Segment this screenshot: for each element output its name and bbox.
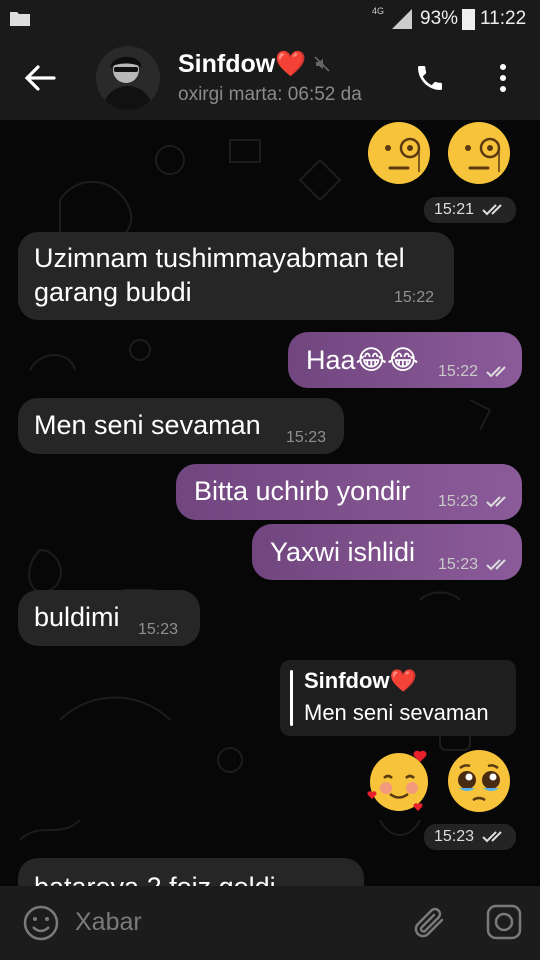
message-text: Yaxwi ishlidi	[270, 537, 416, 567]
message-time: 15:22	[438, 363, 479, 380]
folder-icon	[10, 12, 30, 26]
message-composer: Xabar	[0, 886, 540, 960]
message-time: 15:21	[434, 201, 475, 218]
camera-icon[interactable]	[486, 904, 522, 940]
read-ticks-icon	[482, 831, 502, 843]
more-icon[interactable]	[496, 62, 510, 94]
network-type: 4G	[372, 6, 385, 16]
outgoing-message[interactable]: Haa😂😂 15:22	[288, 332, 522, 388]
outgoing-message[interactable]: Bitta uchirb yondir 15:23	[176, 464, 522, 520]
message-text: Haa😂😂	[306, 345, 419, 375]
battery-icon	[462, 9, 475, 30]
smile-icon[interactable]	[22, 904, 60, 942]
message-time-pill: 15:23	[424, 824, 516, 850]
message-input[interactable]: Xabar	[75, 908, 142, 937]
message-time: 15:23	[438, 493, 479, 510]
message-time: 15:23	[434, 828, 475, 845]
mute-icon	[314, 56, 330, 72]
message-text: batareya 2 foiz qoldi	[34, 870, 276, 886]
message-time: 15:23	[286, 429, 327, 446]
monocle-face-emoji	[448, 122, 510, 184]
incoming-message[interactable]: batareya 2 foiz qoldi	[18, 858, 364, 886]
clock: 11:22	[480, 8, 527, 29]
contact-name: Sinfdow❤️	[178, 50, 307, 78]
message-list[interactable]: 15:21 Uzimnam tushimmayabman tel garang …	[0, 120, 540, 886]
paperclip-icon[interactable]	[414, 904, 448, 942]
read-ticks-icon	[486, 559, 506, 571]
reply-quote[interactable]: Sinfdow❤️ Men seni sevaman	[280, 660, 516, 736]
status-bar: 4G 93% 11:22	[0, 0, 540, 38]
incoming-message[interactable]: Men seni sevaman 15:23	[18, 398, 344, 454]
message-text-line1: Uzimnam tushimmayabman tel	[34, 243, 405, 273]
pleading-face-emoji	[448, 750, 510, 812]
message-text-line2: garang bubdi	[34, 277, 192, 307]
read-ticks-icon	[486, 366, 506, 378]
last-seen: oxirgi marta: 06:52 da	[178, 84, 362, 105]
signal-icon	[392, 9, 412, 29]
chat-header: Sinfdow❤️ oxirgi marta: 06:52 da	[0, 38, 540, 120]
phone-icon[interactable]	[414, 62, 446, 94]
outgoing-message[interactable]: Yaxwi ishlidi 15:23	[252, 524, 522, 580]
incoming-message[interactable]: buldimi 15:23	[18, 590, 200, 646]
back-arrow-icon[interactable]	[24, 64, 56, 92]
smiling-face-with-hearts-emoji	[367, 750, 428, 811]
message-text: buldimi	[34, 602, 120, 632]
message-text: Bitta uchirb yondir	[194, 476, 411, 506]
message-time: 15:23	[438, 556, 479, 573]
message-time: 15:23	[138, 621, 179, 638]
avatar[interactable]	[96, 46, 160, 110]
reply-text: Men seni sevaman	[304, 700, 489, 725]
message-time: 15:22	[394, 289, 435, 306]
read-ticks-icon	[486, 496, 506, 508]
incoming-message[interactable]: Uzimnam tushimmayabman tel garang bubdi …	[18, 232, 454, 320]
quote-bar	[290, 670, 293, 726]
message-time-pill: 15:21	[424, 197, 516, 223]
message-text: Men seni sevaman	[34, 410, 261, 440]
read-ticks-icon	[482, 204, 502, 216]
monocle-face-emoji	[368, 122, 430, 184]
battery-percent: 93%	[420, 8, 459, 29]
reply-author: Sinfdow❤️	[304, 668, 417, 693]
